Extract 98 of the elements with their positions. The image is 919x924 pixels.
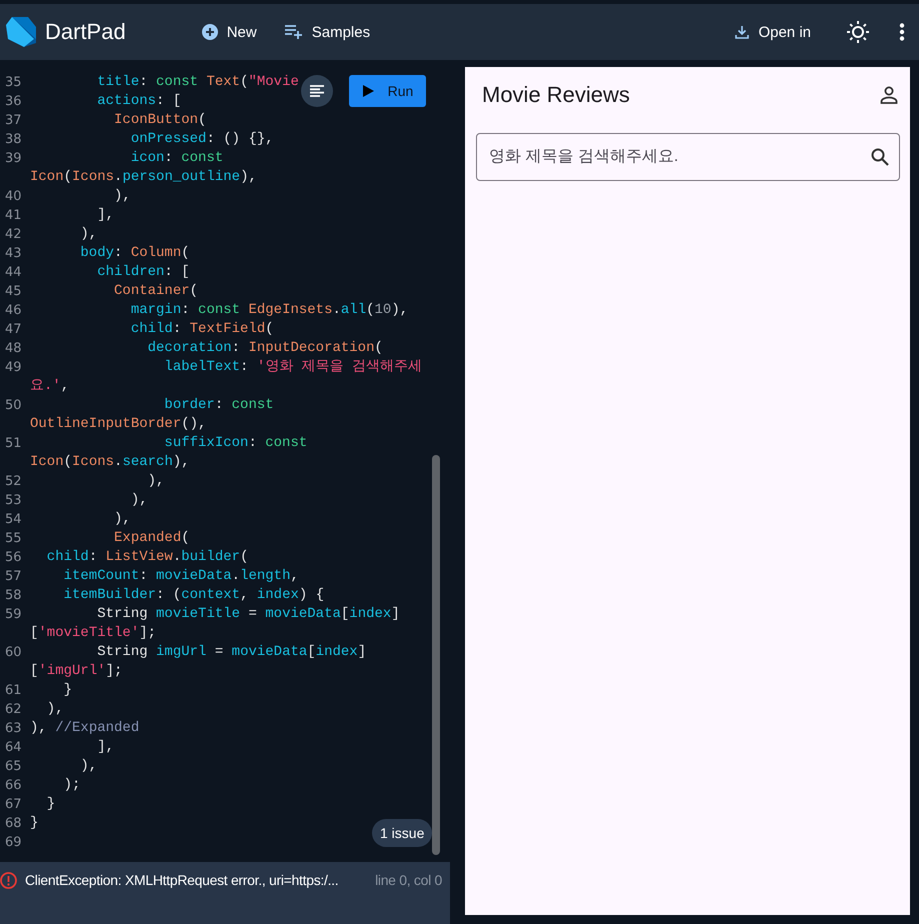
search-field[interactable]: 영화 제목을 검색해주세요. xyxy=(476,133,900,181)
playlist-add-icon xyxy=(284,25,303,39)
code-line: ), xyxy=(46,700,64,719)
code-line: ), xyxy=(113,510,131,529)
line-number: 40 xyxy=(4,188,23,206)
line-number: 42 xyxy=(4,226,23,244)
line-number: 36 xyxy=(4,93,23,111)
line-number: 38 xyxy=(4,131,23,149)
error-message: ClientException: XMLHttpRequest error., uri=https:/... xyxy=(25,872,338,888)
plus-circle-icon xyxy=(202,24,218,40)
code-line: itemCount: movieData.length, xyxy=(62,567,299,586)
app-title: DartPad xyxy=(45,19,126,45)
code-line: OutlineInputBorder(), xyxy=(30,415,206,434)
format-align-icon xyxy=(310,85,324,97)
play-icon xyxy=(362,85,374,97)
code-line: Container( xyxy=(113,282,198,301)
code-line: actions: [ xyxy=(96,92,182,111)
line-number: 46 xyxy=(4,302,23,320)
download-icon xyxy=(735,25,750,39)
line-number: 48 xyxy=(4,340,23,358)
sun-icon[interactable] xyxy=(847,21,869,43)
more-options-icon[interactable] xyxy=(899,23,905,41)
code-line: child: ListView.builder( xyxy=(46,548,248,567)
samples-button[interactable]: Samples xyxy=(276,18,378,46)
code-line: String imgUrl = movieData[index] xyxy=(96,643,366,662)
code-line: String movieTitle = movieData[index] xyxy=(96,605,400,624)
code-line: itemBuilder: (context, index) { xyxy=(62,586,324,605)
line-number: 65 xyxy=(4,758,23,776)
line-number: 56 xyxy=(4,549,23,567)
line-number: 37 xyxy=(4,112,23,130)
code-line: ), xyxy=(130,491,148,510)
app-bar-title: Movie Reviews xyxy=(482,82,630,108)
line-number: 35 xyxy=(4,74,23,92)
line-number: 60 xyxy=(4,644,23,662)
code-line: } xyxy=(30,814,38,833)
line-number: 69 xyxy=(4,834,23,852)
line-number: 62 xyxy=(4,701,23,719)
line-number: 59 xyxy=(4,606,23,624)
scrollbar[interactable] xyxy=(432,455,440,855)
code-line: } xyxy=(46,795,56,814)
line-number: 39 xyxy=(4,150,23,168)
code-line: Expanded( xyxy=(113,529,190,548)
code-line: 요.', xyxy=(30,377,70,396)
line-number: 50 xyxy=(4,397,23,415)
line-number: 41 xyxy=(4,207,23,225)
code-line: ), xyxy=(113,187,131,206)
code-line: } xyxy=(62,681,72,700)
open-in-button[interactable]: Open in xyxy=(727,18,819,46)
code-line: ['movieTitle']; xyxy=(30,624,156,643)
code-line: title: const Text("Movie xyxy=(96,73,299,92)
code-line: ['imgUrl']; xyxy=(30,662,122,681)
code-line: ), xyxy=(146,472,164,491)
code-line: child: TextField( xyxy=(130,320,274,339)
line-number: 55 xyxy=(4,530,23,548)
code-line: IconButton( xyxy=(113,111,206,130)
line-number: 49 xyxy=(4,359,23,377)
code-line: icon: const xyxy=(130,149,224,168)
line-number: 51 xyxy=(4,435,23,453)
code-line: labelText: '영화 제목을 검색해주세 xyxy=(163,358,422,377)
line-number: 58 xyxy=(4,587,23,605)
code-line: body: Column( xyxy=(79,244,190,263)
line-number: 64 xyxy=(4,739,23,757)
format-button[interactable] xyxy=(301,75,333,107)
line-number: 63 xyxy=(4,720,23,738)
code-line: decoration: InputDecoration( xyxy=(146,339,383,358)
person-icon[interactable] xyxy=(880,86,898,104)
code-line: Icon(Icons.search), xyxy=(30,453,190,472)
line-number: 66 xyxy=(4,777,23,795)
code-line: margin: const EdgeInsets.all(10), xyxy=(130,301,408,320)
line-number: 68 xyxy=(4,815,23,833)
line-number: 45 xyxy=(4,283,23,301)
line-number: 44 xyxy=(4,264,23,282)
code-line: border: const xyxy=(163,396,274,415)
code-line: ), //Expanded xyxy=(30,719,140,738)
code-line: onPressed: () {}, xyxy=(130,130,274,149)
search-icon xyxy=(871,148,889,166)
code-line: ], xyxy=(96,206,114,225)
error-icon xyxy=(0,872,17,889)
line-number: 43 xyxy=(4,245,23,263)
cursor-position: line 0, col 0 xyxy=(375,872,442,888)
line-number: 54 xyxy=(4,511,23,529)
line-number: 52 xyxy=(4,473,23,491)
code-line: children: [ xyxy=(96,263,190,282)
line-number: 57 xyxy=(4,568,23,586)
issues-badge[interactable]: 1 issue xyxy=(372,819,432,847)
code-line: ), xyxy=(79,757,98,776)
code-line: Icon(Icons.person_outline), xyxy=(30,168,257,187)
dart-logo-icon xyxy=(4,15,38,49)
new-button[interactable]: New xyxy=(194,18,265,46)
code-line: ), xyxy=(79,225,98,244)
line-number: 53 xyxy=(4,492,23,510)
line-number: 61 xyxy=(4,682,23,700)
line-number: 47 xyxy=(4,321,23,339)
code-line: ); xyxy=(62,776,80,795)
code-line: ], xyxy=(96,738,114,757)
run-button[interactable]: Run xyxy=(349,75,426,107)
code-line: suffixIcon: const xyxy=(163,434,308,453)
line-number: 67 xyxy=(4,796,23,814)
